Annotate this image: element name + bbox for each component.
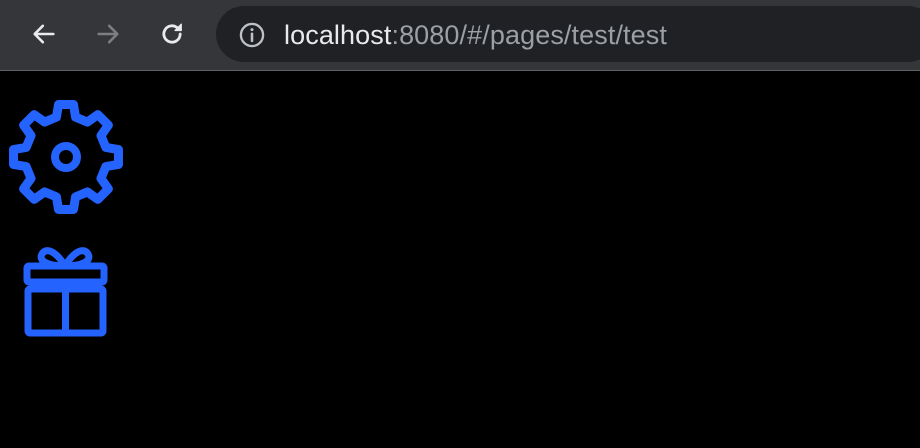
url-text[interactable]: localhost:8080/#/pages/test/test	[284, 20, 667, 50]
back-button[interactable]	[24, 14, 64, 54]
url-host: localhost	[284, 20, 392, 50]
address-bar[interactable]: localhost:8080/#/pages/test/test	[216, 6, 920, 62]
forward-button[interactable]	[88, 14, 128, 54]
arrow-right-icon	[97, 24, 119, 44]
gift-icon[interactable]	[22, 239, 112, 339]
reload-button[interactable]	[152, 14, 192, 54]
gear-icon[interactable]	[6, 98, 126, 218]
reload-icon	[162, 23, 182, 44]
url-path: :8080/#/pages/test/test	[391, 20, 667, 50]
page-content	[0, 71, 920, 448]
arrow-left-icon	[33, 24, 55, 44]
browser-toolbar: localhost:8080/#/pages/test/test	[0, 0, 920, 71]
info-circle-icon[interactable]	[238, 21, 266, 49]
